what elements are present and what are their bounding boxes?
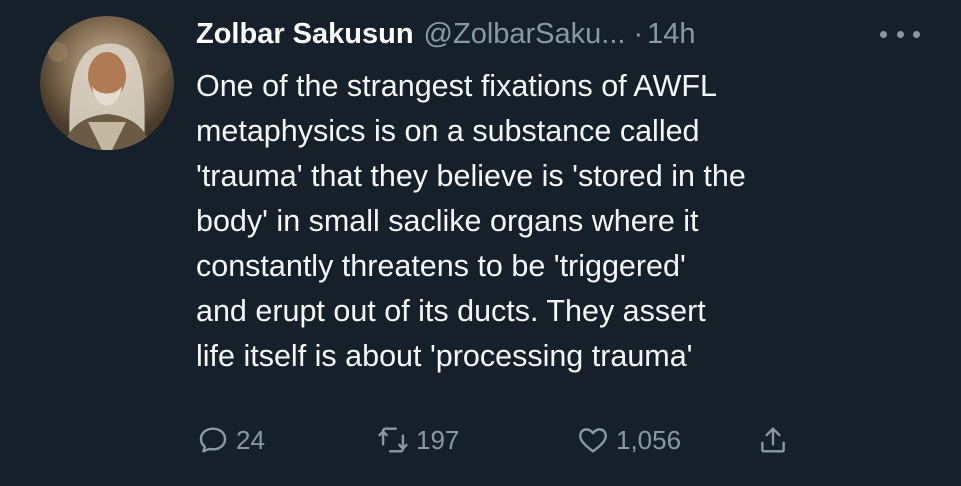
share-button[interactable]	[756, 418, 796, 462]
reply-button[interactable]: 24	[196, 418, 265, 462]
share-icon	[761, 427, 785, 453]
avatar[interactable]	[40, 16, 174, 150]
tweet-text-line: constantly threatens to be 'triggered'	[196, 249, 686, 283]
tweet-header: Zolbar Sakusun @ZolbarSaku... · 14h	[196, 14, 696, 54]
like-button[interactable]: 1,056	[576, 418, 681, 462]
tweet-text: One of the strangest fixations of AWFL m…	[196, 64, 936, 379]
timestamp[interactable]: 14h	[647, 14, 695, 54]
retweet-count: 197	[416, 424, 460, 455]
user-handle[interactable]: @ZolbarSaku...	[424, 14, 626, 54]
tweet-text-line: metaphysics is on a substance called	[196, 114, 700, 148]
dot	[896, 30, 904, 38]
separator-dot: ·	[633, 18, 644, 50]
tweet-text-line: body' in small saclike organs where it	[196, 204, 699, 238]
reply-count: 24	[236, 424, 265, 455]
tweet: Zolbar Sakusun @ZolbarSaku... · 14h One …	[0, 0, 961, 486]
reply-icon	[199, 427, 227, 453]
tweet-text-line: life itself is about 'processing trauma'	[196, 339, 693, 373]
tweet-text-line: One of the strangest fixations of AWFL	[196, 69, 718, 103]
tweet-text-line: 'trauma' that they believe is 'stored in…	[196, 159, 746, 193]
dot	[913, 30, 920, 38]
tweet-text-line: and erupt out of its ducts. They assert	[196, 294, 706, 328]
display-name[interactable]: Zolbar Sakusun	[196, 14, 414, 54]
more-dots-icon[interactable]	[880, 22, 920, 46]
avatar-image	[48, 42, 170, 150]
tweet-actions: 24 197 1,056	[196, 418, 816, 462]
heart-icon	[579, 428, 607, 453]
retweet-button[interactable]: 197	[376, 418, 459, 462]
like-count: 1,056	[616, 424, 682, 455]
retweet-icon	[378, 427, 408, 453]
dot	[880, 30, 887, 38]
